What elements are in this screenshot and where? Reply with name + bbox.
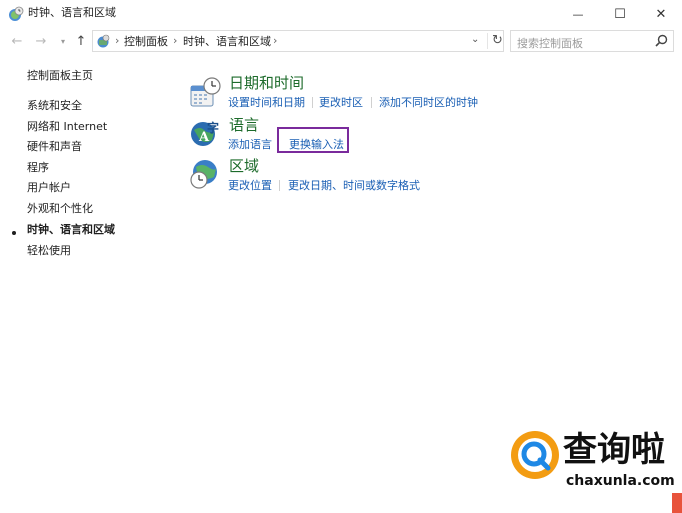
breadcrumb-separator: ›: [173, 34, 178, 47]
chevron-down-icon: ▾: [60, 36, 65, 46]
active-item-bullet: [12, 231, 16, 235]
link-change-timezone[interactable]: 更改时区: [319, 96, 363, 110]
link-separator: [279, 180, 280, 191]
window-title: 时钟、语言和区域: [28, 6, 116, 19]
maximize-button[interactable]: ☐: [599, 0, 641, 28]
back-arrow-icon: ←: [11, 33, 23, 49]
clock-calendar-icon: [190, 77, 221, 107]
category-title-region[interactable]: 区域: [229, 157, 259, 175]
forward-button[interactable]: →: [32, 32, 50, 50]
recent-locations-button[interactable]: ▾: [54, 32, 72, 50]
search-box[interactable]: 搜索控制面板: [510, 30, 674, 52]
search-input[interactable]: 搜索控制面板: [517, 35, 583, 51]
title-bar: 时钟、语言和区域 — ☐ ✕: [0, 0, 682, 28]
watermark: 查询啦 chaxunla.com: [508, 428, 682, 513]
forward-arrow-icon: →: [35, 33, 47, 49]
category-title-date-time[interactable]: 日期和时间: [229, 74, 304, 92]
close-button[interactable]: ✕: [640, 0, 682, 28]
watermark-domain: chaxunla.com: [566, 473, 675, 489]
minimize-button[interactable]: —: [557, 0, 599, 28]
minimize-icon: —: [572, 7, 584, 21]
close-icon: ✕: [655, 6, 667, 22]
navigation-bar: ← → ▾ ↑ › 控制面板 › 时钟、语言和区域 › ⌄ ↻ 搜索控制面板: [0, 28, 682, 54]
control-panel-icon: [97, 34, 110, 48]
category-region: 区域 更改位置 更改日期、时间或数字格式: [188, 157, 508, 197]
link-separator: [371, 97, 372, 108]
sidebar-item-hardware-sound[interactable]: 硬件和声音: [27, 140, 82, 154]
link-change-location[interactable]: 更改位置: [228, 179, 272, 193]
corner-accent: [672, 493, 682, 513]
breadcrumb-control-panel[interactable]: 控制面板: [124, 35, 168, 48]
link-change-formats[interactable]: 更改日期、时间或数字格式: [288, 179, 420, 193]
sidebar-item-system-security[interactable]: 系统和安全: [27, 99, 82, 113]
sidebar-item-user-accounts[interactable]: 用户帐户: [27, 181, 71, 195]
link-set-time-date[interactable]: 设置时间和日期: [228, 96, 305, 110]
sidebar-item-network-internet[interactable]: 网络和 Internet: [27, 120, 107, 134]
sidebar-item-ease-of-access[interactable]: 轻松使用: [27, 244, 71, 258]
left-navigation-pane: 控制面板主页 系统和安全 网络和 Internet 硬件和声音 程序 用户帐户 …: [0, 54, 180, 354]
sidebar-item-programs[interactable]: 程序: [27, 161, 49, 175]
breadcrumb-separator: ›: [115, 34, 120, 47]
language-globe-icon: A 字: [191, 120, 219, 146]
search-icon[interactable]: [653, 33, 669, 49]
category-date-time: 日期和时间 设置时间和日期 更改时区 添加不同时区的时钟: [188, 74, 508, 114]
svg-text:字: 字: [207, 120, 219, 135]
sidebar-item-control-panel-home[interactable]: 控制面板主页: [27, 69, 93, 83]
region-globe-clock-icon: [190, 160, 217, 189]
link-separator: [312, 97, 313, 108]
link-add-clocks[interactable]: 添加不同时区的时钟: [379, 96, 478, 110]
up-arrow-icon: ↑: [75, 33, 87, 49]
watermark-brand: 查询啦: [563, 430, 665, 470]
maximize-icon: ☐: [614, 6, 626, 22]
refresh-icon[interactable]: ↻: [487, 33, 503, 49]
back-button[interactable]: ←: [8, 32, 26, 50]
link-add-language[interactable]: 添加语言: [228, 138, 272, 152]
category-title-language[interactable]: 语言: [229, 116, 259, 134]
breadcrumb-clock-language-region[interactable]: 时钟、语言和区域: [183, 35, 271, 48]
address-bar[interactable]: › 控制面板 › 时钟、语言和区域 › ⌄ ↻: [92, 30, 504, 52]
sidebar-item-clock-language-region[interactable]: 时钟、语言和区域: [27, 223, 115, 237]
chaxunla-logo-icon: [511, 431, 559, 479]
up-button[interactable]: ↑: [72, 32, 90, 50]
address-dropdown-icon[interactable]: ⌄: [471, 34, 479, 45]
highlight-box: [277, 127, 349, 153]
clock-globe-icon: [9, 6, 24, 21]
sidebar-item-appearance[interactable]: 外观和个性化: [27, 202, 93, 216]
breadcrumb-separator: ›: [273, 34, 278, 47]
